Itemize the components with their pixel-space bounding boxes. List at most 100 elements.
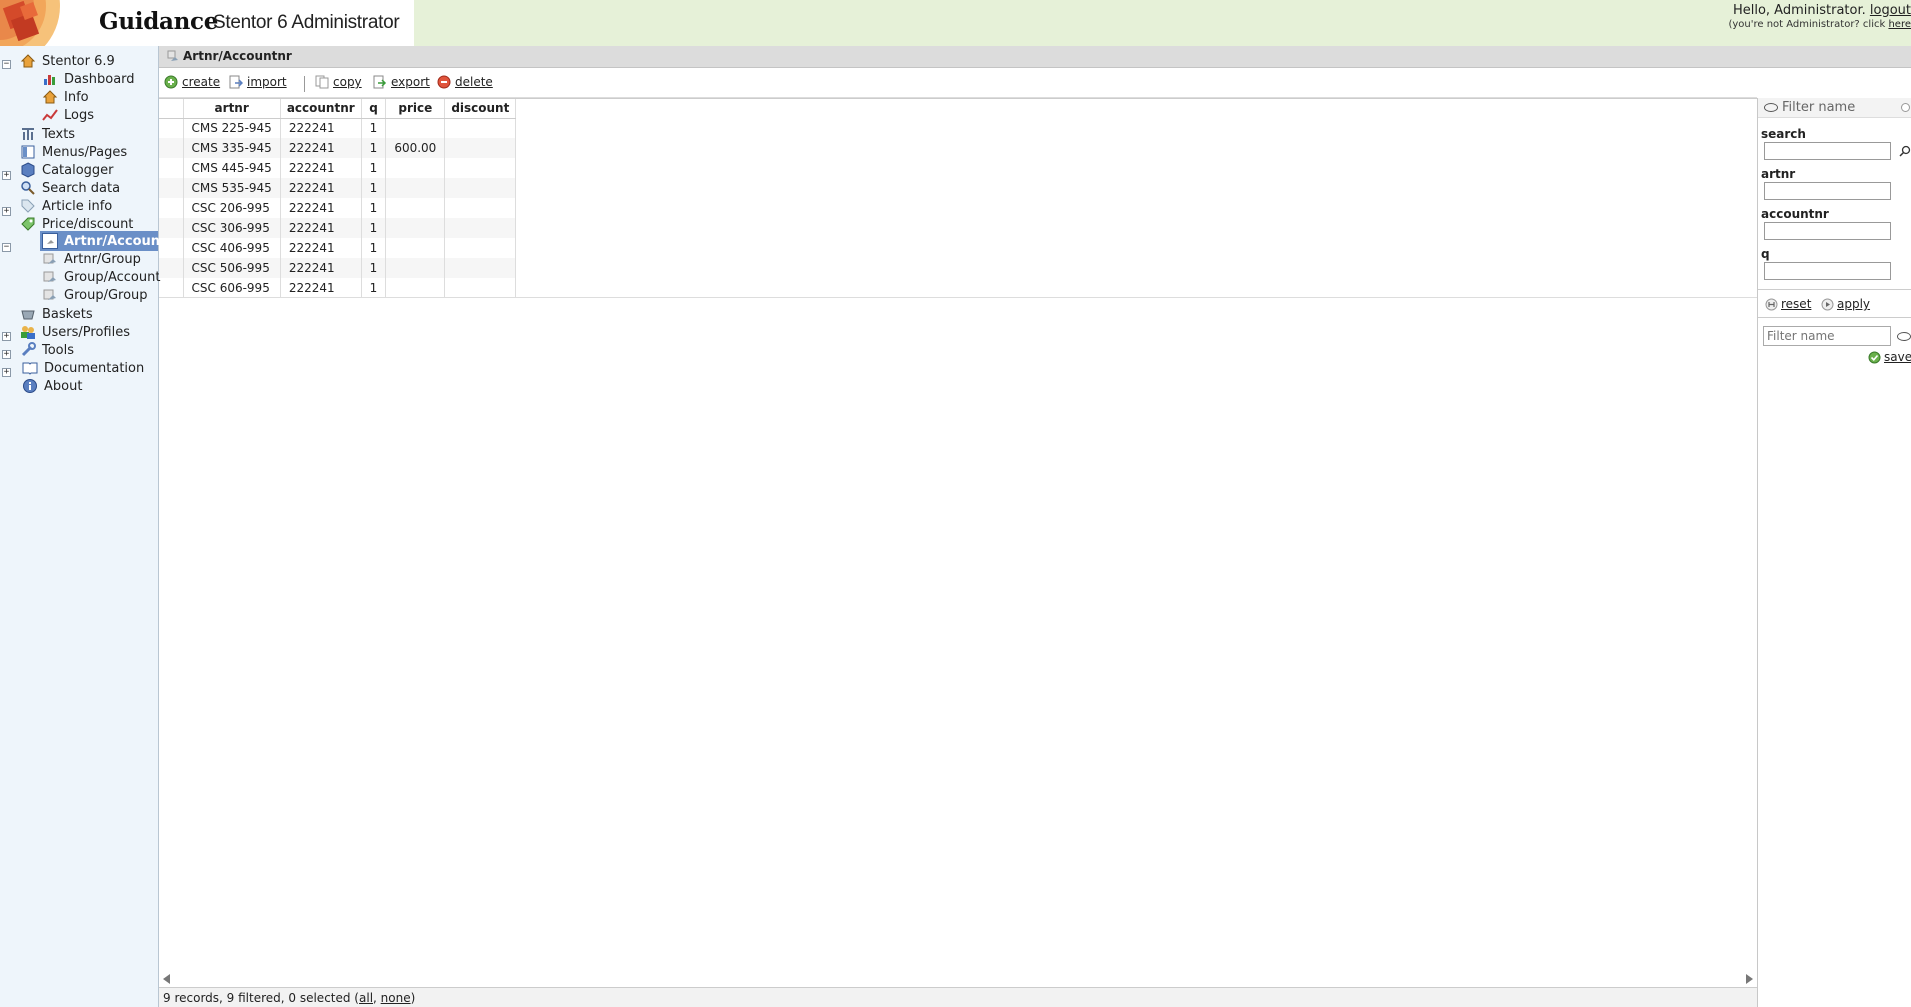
sidebar-item-tools[interactable]: Tools [20,340,74,360]
expander-search-data[interactable]: + [2,207,11,216]
sidebar-item-texts[interactable]: Texts [20,124,75,144]
row-handle[interactable] [159,118,184,138]
cell-discount[interactable] [444,158,517,178]
cell-discount[interactable] [444,118,517,138]
cell-accountnr[interactable]: 222241 [280,218,362,238]
sidebar-item-group-account[interactable]: Group/Account [42,267,160,287]
switch-user-link[interactable]: here [1888,19,1911,30]
cell-q[interactable]: 1 [361,258,387,278]
scroll-left-icon[interactable] [163,974,170,984]
cell-q[interactable]: 1 [361,158,387,178]
cell-q[interactable]: 1 [361,278,387,298]
cell-artnr[interactable]: CMS 225-945 [183,118,281,138]
column-header-discount[interactable]: discount [444,99,517,119]
cell-artnr[interactable]: CSC 406-995 [183,238,281,258]
cell-q[interactable]: 1 [361,198,387,218]
sidebar-item-info[interactable]: Info [42,87,89,107]
expander-menus-pages[interactable]: + [2,171,11,180]
q-input[interactable] [1764,262,1891,280]
cell-artnr[interactable]: CSC 306-995 [183,218,281,238]
sidebar-item-stentor[interactable]: Stentor 6.9 [20,51,115,71]
row-handle[interactable] [159,218,184,238]
artnr-input[interactable] [1764,182,1891,200]
cell-price[interactable]: 600.00 [385,138,446,158]
sidebar-item-dashboard[interactable]: Dashboard [42,69,135,89]
cell-q[interactable]: 1 [361,238,387,258]
row-handle[interactable] [159,158,184,178]
row-handle[interactable] [159,238,184,258]
row-handle[interactable] [159,178,184,198]
expander-tools[interactable]: + [2,368,11,377]
sidebar-item-artnr-account[interactable]: Artnr/Account [40,231,166,251]
row-handle[interactable] [159,258,184,278]
table-row[interactable]: CSC 206-995 222241 1 [159,198,517,218]
cell-price[interactable] [385,238,446,258]
sidebar-item-artnr-group[interactable]: Artnr/Group [42,249,141,269]
copy-button[interactable]: copy [315,75,362,89]
scroll-right-icon[interactable] [1746,974,1753,984]
create-button[interactable]: create [164,75,220,89]
filter-icon[interactable] [1897,332,1911,341]
cell-discount[interactable] [444,278,517,298]
select-none-link[interactable]: none [381,991,411,1005]
row-handle[interactable] [159,138,184,158]
cell-discount[interactable] [444,138,517,158]
reset-button[interactable]: reset [1765,297,1811,311]
apply-button[interactable]: apply [1821,297,1870,311]
search-input[interactable] [1764,142,1891,160]
sidebar-item-logs[interactable]: Logs [42,105,94,125]
cell-artnr[interactable]: CSC 206-995 [183,198,281,218]
cell-discount[interactable] [444,258,517,278]
table-row[interactable]: CMS 445-945 222241 1 [159,158,517,178]
table-row[interactable]: CSC 306-995 222241 1 [159,218,517,238]
sidebar-item-documentation[interactable]: Documentation [22,358,144,378]
row-handle[interactable] [159,278,184,298]
cell-q[interactable]: 1 [361,178,387,198]
cell-accountnr[interactable]: 222241 [280,238,362,258]
import-button[interactable]: import [229,75,287,89]
cell-accountnr[interactable]: 222241 [280,178,362,198]
column-header-accountnr[interactable]: accountnr [280,99,362,119]
sidebar-item-baskets[interactable]: Baskets [20,304,93,324]
table-row[interactable]: CMS 225-945 222241 1 [159,118,517,138]
expander-baskets[interactable]: + [2,332,11,341]
cell-artnr[interactable]: CMS 335-945 [183,138,281,158]
cell-discount[interactable] [444,238,517,258]
table-row[interactable]: CMS 335-945 222241 1 600.00 [159,138,517,158]
row-handle[interactable] [159,198,184,218]
column-header-q[interactable]: q [361,99,387,119]
save-button[interactable]: save [1868,350,1911,364]
sidebar-item-catalogger[interactable]: Catalogger [20,160,114,180]
cell-price[interactable] [385,218,446,238]
table-row[interactable]: CSC 506-995 222241 1 [159,258,517,278]
collapse-icon[interactable] [1901,103,1910,112]
cell-accountnr[interactable]: 222241 [280,278,362,298]
cell-artnr[interactable]: CSC 606-995 [183,278,281,298]
table-row[interactable]: CMS 535-945 222241 1 [159,178,517,198]
sidebar-item-group-group[interactable]: Group/Group [42,285,148,305]
table-row[interactable]: CSC 606-995 222241 1 [159,278,517,298]
cell-price[interactable] [385,178,446,198]
export-button[interactable]: export [373,75,430,89]
cell-accountnr[interactable]: 222241 [280,158,362,178]
table-row[interactable]: CSC 406-995 222241 1 [159,238,517,258]
cell-q[interactable]: 1 [361,138,387,158]
delete-button[interactable]: delete [437,75,493,89]
expander-users-profiles[interactable]: + [2,350,11,359]
sidebar-item-menus-pages[interactable]: Menus/Pages [20,142,127,162]
cell-accountnr[interactable]: 222241 [280,258,362,278]
search-icon[interactable] [1899,145,1911,157]
cell-artnr[interactable]: CMS 535-945 [183,178,281,198]
cell-discount[interactable] [444,178,517,198]
expander-price-discount[interactable]: − [2,243,11,252]
accountnr-input[interactable] [1764,222,1891,240]
cell-q[interactable]: 1 [361,118,387,138]
expander-stentor[interactable]: − [2,60,11,69]
cell-accountnr[interactable]: 222241 [280,198,362,218]
horizontal-scrollbar[interactable] [159,972,1757,986]
logout-link[interactable]: logout [1870,3,1911,18]
filter-header[interactable]: Filter name [1758,98,1911,118]
cell-price[interactable] [385,158,446,178]
cell-q[interactable]: 1 [361,218,387,238]
cell-price[interactable] [385,258,446,278]
